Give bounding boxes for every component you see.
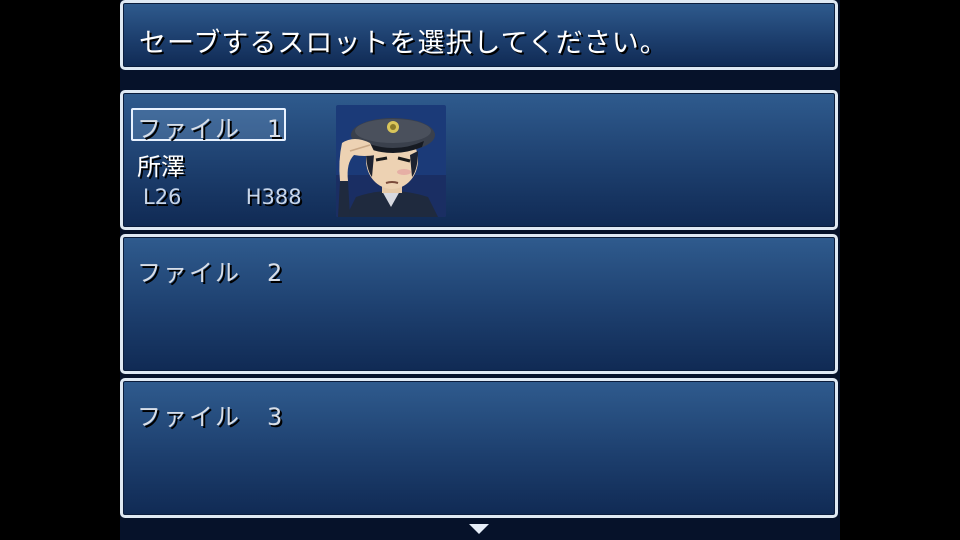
help-message: セーブするスロットを選択してください。 [139,28,668,59]
save-slot-1[interactable]: ファイル 1 所澤 L26 H388 [120,90,838,230]
save-slot-3[interactable]: ファイル 3 [120,378,838,518]
slot-label: ファイル 3 [137,403,285,431]
save-slot-2[interactable]: ファイル 2 [120,234,838,374]
save-screen: セーブするスロットを選択してください。 ファイル 1 所澤 L26 H388 フ… [120,0,840,540]
slot-label: ファイル 1 [137,115,285,143]
officer-saluting-portrait-icon [336,105,446,217]
hp-value: H388 [245,185,302,209]
slot-label: ファイル 2 [137,259,285,287]
down-arrow-icon[interactable] [469,524,489,534]
level-value: L26 [143,185,182,209]
actor-name: 所澤 [137,153,185,181]
help-window: セーブするスロットを選択してください。 [120,0,838,70]
actor-stats: L26 H388 [143,185,302,209]
